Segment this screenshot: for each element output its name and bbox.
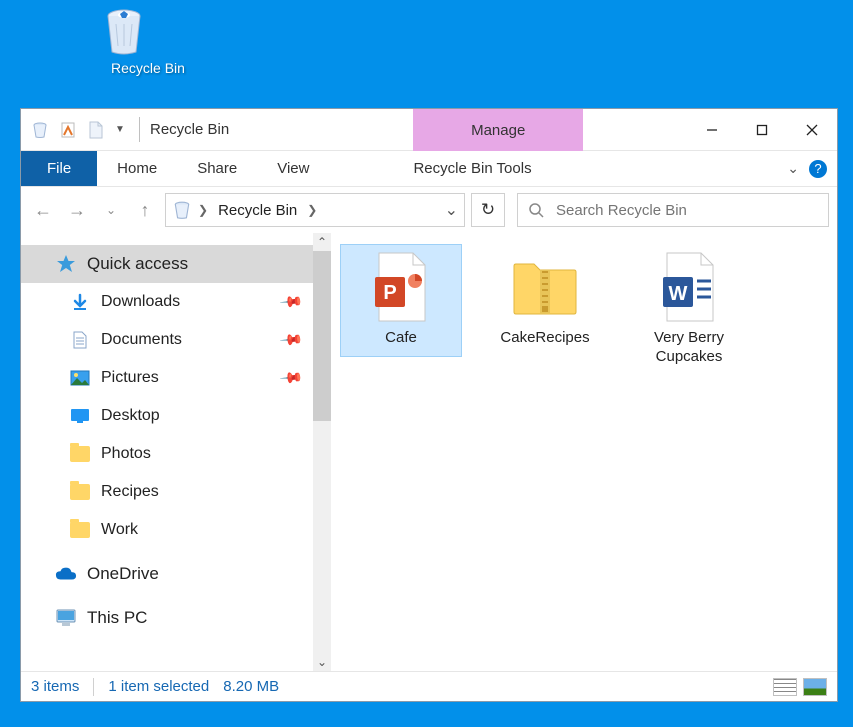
title-bar: ▼ Recycle Bin Manage: [21, 109, 837, 151]
navpane-this-pc[interactable]: This PC: [21, 599, 331, 637]
scroll-down-icon[interactable]: ⌄: [313, 653, 331, 671]
svg-text:P: P: [383, 282, 396, 304]
desktop-recycle-bin[interactable]: Recycle Bin: [98, 6, 198, 76]
zip-folder-icon: [509, 251, 581, 323]
folder-icon: [69, 519, 91, 541]
file-item-cafe[interactable]: P Cafe: [341, 245, 461, 356]
chevron-right-icon[interactable]: ❯: [307, 203, 317, 217]
window-body: Quick access Downloads 📌 Documents 📌 Pic…: [21, 233, 837, 671]
desktop-icon: [69, 405, 91, 427]
address-bar-recycle-bin-icon: [172, 200, 192, 220]
status-item-count: 3 items: [31, 678, 79, 695]
quick-access-toolbar: ▼: [21, 109, 135, 150]
contextual-tab-header: Manage: [413, 109, 583, 151]
nav-up-button[interactable]: ↑: [131, 196, 159, 224]
navigation-pane: Quick access Downloads 📌 Documents 📌 Pic…: [21, 233, 331, 671]
nav-recent-dropdown[interactable]: ⌄: [97, 196, 125, 224]
search-icon: [528, 202, 544, 218]
navpane-item-pictures[interactable]: Pictures 📌: [21, 359, 331, 397]
refresh-button[interactable]: ↻: [471, 193, 505, 227]
navpane-item-downloads[interactable]: Downloads 📌: [21, 283, 331, 321]
qat-document-button[interactable]: [85, 119, 107, 141]
scrollbar-thumb[interactable]: [313, 251, 331, 421]
status-selected-count: 1 item selected: [108, 678, 209, 695]
address-bar-dropdown[interactable]: ⌄: [445, 200, 458, 220]
navpane-item-documents[interactable]: Documents 📌: [21, 321, 331, 359]
svg-text:W: W: [669, 283, 688, 305]
recycle-bin-icon: [98, 6, 150, 58]
onedrive-icon: [55, 563, 77, 585]
app-icon-recycle-bin[interactable]: [29, 119, 51, 141]
navpane-quick-access[interactable]: Quick access: [21, 245, 331, 283]
scroll-up-icon[interactable]: ⌃: [313, 233, 331, 251]
navpane-item-desktop[interactable]: Desktop: [21, 397, 331, 435]
search-box[interactable]: [517, 193, 829, 227]
navpane-label: This PC: [87, 608, 147, 628]
nav-forward-button[interactable]: →: [63, 196, 91, 224]
view-large-icons-button[interactable]: [803, 678, 827, 696]
address-bar[interactable]: ❯ Recycle Bin ❯ ⌄: [165, 193, 465, 227]
status-bar: 3 items 1 item selected 8.20 MB: [21, 671, 837, 701]
folder-icon: [69, 443, 91, 465]
navpane-label: Recipes: [101, 483, 159, 501]
tab-home[interactable]: Home: [97, 151, 177, 186]
navpane-item-work[interactable]: Work: [21, 511, 331, 549]
desktop-recycle-bin-label: Recycle Bin: [98, 60, 198, 76]
navpane-label: Downloads: [101, 293, 180, 311]
navpane-label: Work: [101, 521, 138, 539]
help-button[interactable]: ?: [809, 160, 827, 178]
file-list-pane[interactable]: P Cafe CakeRecipes W Very Berry Cupcakes: [331, 233, 837, 671]
file-label: Cafe: [345, 329, 457, 348]
tab-view[interactable]: View: [257, 151, 329, 186]
explorer-window: ▼ Recycle Bin Manage File Home Share Vie…: [20, 108, 838, 702]
navpane-label: Desktop: [101, 407, 160, 425]
star-icon: [55, 253, 77, 275]
pin-icon: 📌: [279, 289, 305, 315]
navpane-label: Quick access: [87, 254, 188, 274]
navpane-item-photos[interactable]: Photos: [21, 435, 331, 473]
pictures-icon: [69, 367, 91, 389]
ribbon-expand-icon[interactable]: ⌄: [787, 160, 799, 177]
file-item-very-berry-cupcakes[interactable]: W Very Berry Cupcakes: [629, 245, 749, 375]
contextual-tab-header-wrap: Manage: [413, 109, 583, 150]
folder-icon: [69, 481, 91, 503]
navpane-scrollbar[interactable]: ⌃ ⌄: [313, 233, 331, 671]
close-button[interactable]: [787, 109, 837, 150]
qat-customize-dropdown[interactable]: ▼: [113, 119, 127, 141]
navpane-label: Documents: [101, 331, 182, 349]
pin-icon: 📌: [279, 365, 305, 391]
file-label: Very Berry Cupcakes: [633, 329, 745, 367]
tab-file[interactable]: File: [21, 151, 97, 186]
maximize-button[interactable]: [737, 109, 787, 150]
word-icon: W: [653, 251, 725, 323]
window-title: Recycle Bin: [144, 109, 235, 150]
pin-icon: 📌: [279, 327, 305, 353]
navpane-onedrive[interactable]: OneDrive: [21, 555, 331, 593]
file-item-cakerecipes[interactable]: CakeRecipes: [485, 245, 605, 356]
tab-recycle-bin-tools[interactable]: Recycle Bin Tools: [393, 151, 551, 186]
qat-properties-button[interactable]: [57, 119, 79, 141]
titlebar-separator: [139, 117, 140, 142]
this-pc-icon: [55, 607, 77, 629]
navpane-label: Photos: [101, 445, 151, 463]
search-input[interactable]: [554, 201, 818, 220]
status-separator: [93, 678, 94, 696]
breadcrumb-current[interactable]: Recycle Bin: [214, 202, 301, 219]
window-controls: [687, 109, 837, 150]
chevron-right-icon[interactable]: ❯: [198, 203, 208, 217]
ribbon-tabs: File Home Share View Recycle Bin Tools ⌄…: [21, 151, 837, 187]
document-icon: [69, 329, 91, 351]
navpane-item-recipes[interactable]: Recipes: [21, 473, 331, 511]
status-selected-size: 8.20 MB: [223, 678, 279, 695]
navpane-label: OneDrive: [87, 564, 159, 584]
nav-back-button[interactable]: ←: [29, 196, 57, 224]
powerpoint-icon: P: [365, 251, 437, 323]
minimize-button[interactable]: [687, 109, 737, 150]
download-icon: [69, 291, 91, 313]
address-bar-row: ← → ⌄ ↑ ❯ Recycle Bin ❯ ⌄ ↻: [21, 187, 837, 233]
file-label: CakeRecipes: [489, 329, 601, 348]
view-details-button[interactable]: [773, 678, 797, 696]
tab-share[interactable]: Share: [177, 151, 257, 186]
navpane-label: Pictures: [101, 369, 159, 387]
